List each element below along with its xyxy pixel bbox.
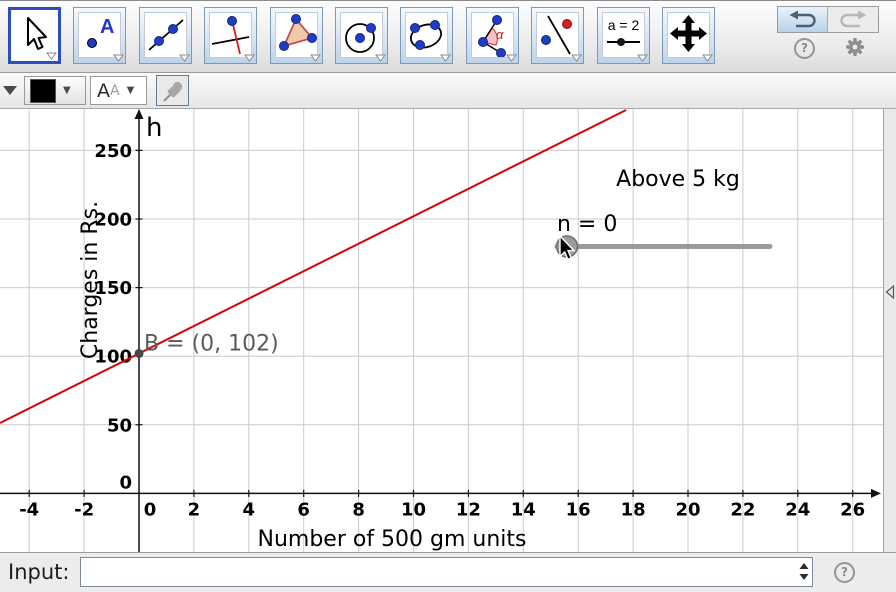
slider-icon: a = 2: [602, 12, 645, 58]
x-tick-label: 18: [621, 499, 646, 520]
y-axis-title: Charges in Rs.: [78, 201, 103, 359]
line-icon: [144, 12, 187, 58]
x-axis-title: Number of 500 gm units: [257, 527, 526, 552]
x-tick-label: 10: [401, 499, 426, 520]
text-style-label: A: [97, 80, 110, 102]
geogebra-window: A α a = 2: [0, 0, 896, 592]
circle-center-point-icon: [340, 12, 383, 58]
tool-point-button[interactable]: A: [73, 7, 126, 64]
tool-move-graphics-view-button[interactable]: [662, 7, 715, 64]
tool-line-button[interactable]: [139, 7, 192, 64]
pin-icon: [160, 78, 186, 104]
tool-reflect-about-line-button[interactable]: [531, 7, 584, 64]
tool-move-button[interactable]: [8, 7, 61, 64]
tool-perpendicular-line-button[interactable]: [204, 7, 257, 64]
x-tick-label: -4: [19, 499, 39, 520]
angle-icon: α: [471, 12, 514, 58]
undo-redo-group: [777, 6, 879, 33]
stylebar: ▼ A A ▼: [0, 73, 896, 109]
move-graphics-view-icon: [667, 12, 710, 58]
tool-dropdown-icon[interactable]: [506, 54, 517, 62]
panel-collapse-arrow-icon[interactable]: [885, 285, 896, 299]
point-icon: A: [78, 12, 121, 58]
chevron-down-icon: ▼: [63, 85, 71, 96]
input-bar: Input: ?: [0, 552, 896, 592]
input-field[interactable]: [83, 559, 797, 585]
svg-text:α: α: [496, 27, 504, 42]
color-picker-button[interactable]: ▼: [24, 76, 86, 105]
input-history-spinner-icon[interactable]: [799, 563, 809, 584]
input-help-button[interactable]: ?: [834, 562, 855, 583]
pin-button[interactable]: [156, 75, 189, 106]
svg-text:A: A: [100, 16, 114, 38]
tool-dropdown-icon[interactable]: [244, 54, 255, 62]
undo-icon: [786, 10, 820, 29]
color-swatch: [30, 79, 56, 103]
x-tick-label: 24: [785, 499, 810, 520]
redo-button[interactable]: [828, 7, 878, 32]
tool-slider-button[interactable]: a = 2: [597, 7, 650, 64]
x-tick-label: 20: [675, 499, 700, 520]
stylebar-toggle-icon[interactable]: [3, 81, 19, 95]
x-axis-arrow-icon: [871, 489, 881, 498]
y-axis-arrow-icon: [135, 109, 144, 119]
y-tick-label: 0: [119, 472, 132, 493]
x-tick-label: 26: [840, 499, 865, 520]
x-tick-label: 2: [188, 499, 201, 520]
x-tick-label: 8: [352, 499, 365, 520]
tool-angle-button[interactable]: α: [466, 7, 519, 64]
undo-button[interactable]: [778, 7, 828, 32]
tool-dropdown-icon[interactable]: [179, 54, 190, 62]
reflect-about-line-icon: [536, 12, 579, 58]
y-tick-label: 250: [94, 141, 132, 162]
tool-dropdown-icon[interactable]: [702, 54, 713, 62]
slider-n-label[interactable]: n = 0: [557, 212, 617, 237]
tool-polygon-button[interactable]: [270, 7, 323, 64]
svg-text:a = 2: a = 2: [608, 17, 640, 33]
polygon-icon: [275, 12, 318, 58]
tool-ellipse-button[interactable]: [400, 7, 453, 64]
tool-dropdown-icon[interactable]: [375, 54, 386, 62]
tool-dropdown-icon[interactable]: [571, 54, 582, 62]
point-B-label[interactable]: B = (0, 102): [144, 331, 279, 356]
y-axis-name: h: [146, 113, 162, 143]
tool-dropdown-icon[interactable]: [46, 52, 57, 60]
tool-dropdown-icon[interactable]: [440, 54, 451, 62]
x-tick-label: -2: [74, 499, 94, 520]
input-field-wrap: [80, 557, 813, 587]
panel-collapse-strip: [883, 109, 896, 552]
tool-dropdown-icon[interactable]: [637, 54, 648, 62]
redo-icon: [836, 10, 870, 29]
settings-gear-icon[interactable]: [845, 37, 865, 57]
x-tick-label: 22: [730, 499, 755, 520]
x-tick-label: 16: [566, 499, 591, 520]
perpendicular-line-icon: [209, 12, 252, 58]
tool-dropdown-icon[interactable]: [113, 54, 124, 62]
help-button[interactable]: ?: [794, 38, 815, 59]
y-tick-label: 50: [107, 415, 132, 436]
tool-dropdown-icon[interactable]: [310, 54, 321, 62]
point-B[interactable]: [135, 349, 144, 358]
graphics-view[interactable]: -4-2024681012141618202224260501001502002…: [0, 109, 883, 552]
x-tick-label: 12: [456, 499, 481, 520]
toolbar: A α a = 2: [0, 0, 896, 73]
tool-circle-center-point-button[interactable]: [335, 7, 388, 64]
x-tick-label: 14: [511, 499, 536, 520]
x-tick-label: 4: [243, 499, 256, 520]
input-label: Input:: [8, 560, 69, 584]
text-style-button[interactable]: A A ▼: [90, 76, 147, 105]
annotation-above-5kg[interactable]: Above 5 kg: [616, 167, 740, 192]
x-tick-label: 0: [144, 499, 157, 520]
x-tick-label: 6: [297, 499, 310, 520]
chevron-down-icon: ▼: [127, 85, 135, 96]
ellipse-icon: [405, 12, 448, 58]
